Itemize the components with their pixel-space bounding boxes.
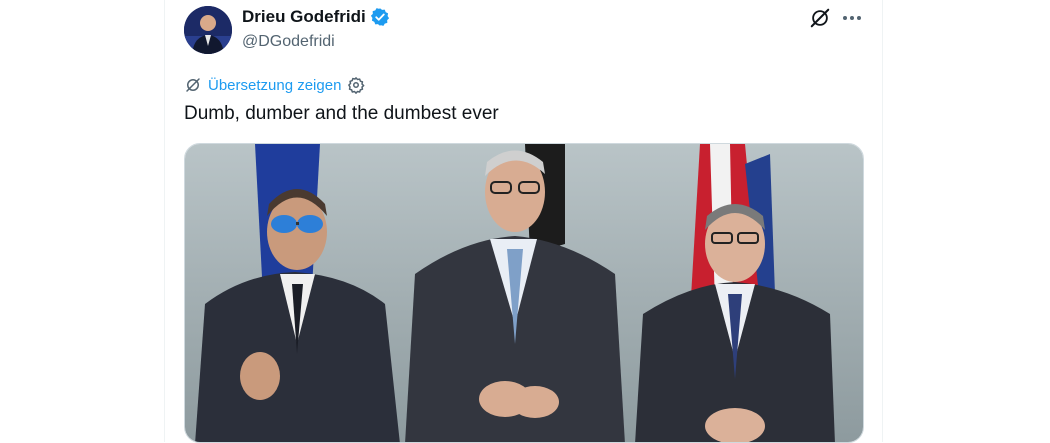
more-options-icon[interactable] (840, 7, 864, 29)
show-translation-link[interactable]: Übersetzung zeigen (208, 77, 341, 94)
author-handle[interactable]: @DGodefridi (242, 33, 335, 51)
tweet-text: Dumb, dumber and the dumbest ever (184, 103, 499, 124)
translation-settings-gear-icon[interactable] (347, 76, 365, 94)
tweet-media-photo[interactable] (184, 143, 864, 443)
verified-badge-icon (370, 8, 389, 26)
author-name-row[interactable]: Drieu Godefridi (242, 7, 390, 27)
author-avatar[interactable] (184, 6, 232, 54)
author-name[interactable]: Drieu Godefridi (242, 7, 366, 27)
translate-icon (186, 78, 200, 92)
translate-row: Übersetzung zeigen (184, 76, 365, 94)
photo-illustration (185, 144, 863, 442)
grok-icon[interactable] (809, 7, 831, 29)
